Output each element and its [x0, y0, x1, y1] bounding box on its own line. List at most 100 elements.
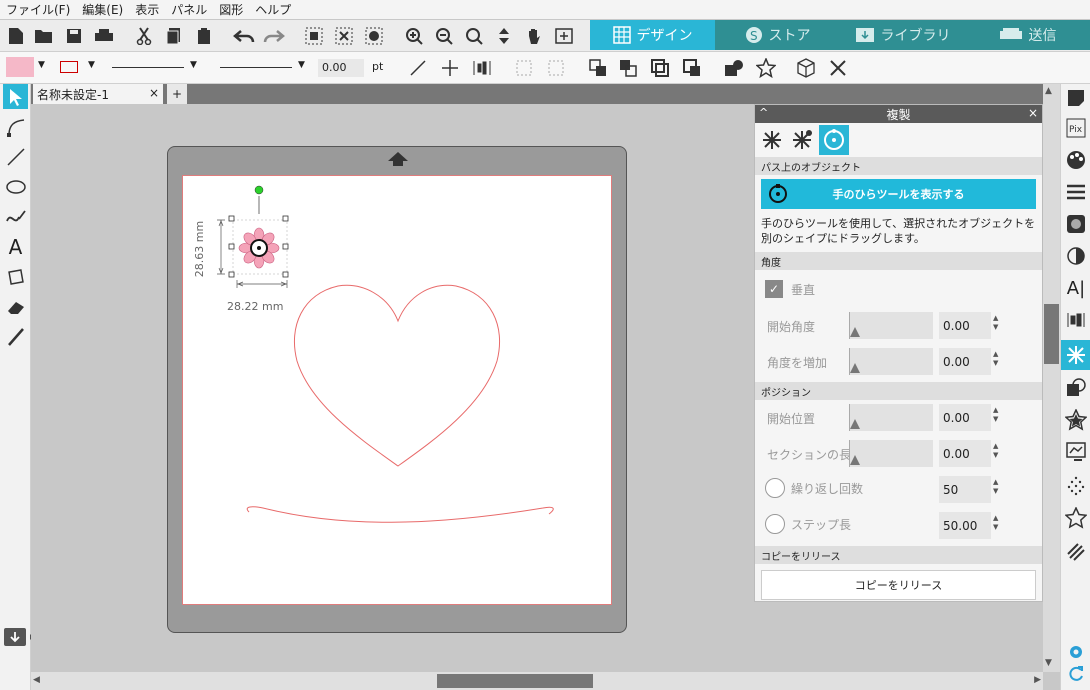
- menu-view[interactable]: 表示: [135, 1, 159, 18]
- redo-icon[interactable]: [262, 24, 286, 48]
- replicate-icon[interactable]: [512, 56, 536, 80]
- hatch-icon[interactable]: [1064, 540, 1088, 564]
- repeat-count-spinner[interactable]: ▲ ▼: [993, 478, 1001, 496]
- eraser-icon[interactable]: [3, 294, 28, 319]
- menu-help[interactable]: ヘルプ: [255, 1, 291, 18]
- edit-points-icon[interactable]: [3, 114, 28, 139]
- drag-zoom-icon[interactable]: [492, 24, 516, 48]
- menu-panel[interactable]: パネル: [171, 1, 207, 18]
- line-style-icon[interactable]: [1064, 180, 1088, 204]
- start-angle-spinner[interactable]: ▲ ▼: [993, 314, 1001, 332]
- tab-send[interactable]: 送信: [965, 20, 1090, 50]
- line-draw-icon[interactable]: [406, 56, 430, 80]
- hand-icon[interactable]: [522, 24, 546, 48]
- modify-icon[interactable]: [1064, 376, 1088, 400]
- mirror-icon[interactable]: [544, 56, 568, 80]
- add-tab-button[interactable]: +: [167, 84, 187, 104]
- line-end-sample[interactable]: [220, 67, 292, 68]
- fit-page-icon[interactable]: [552, 24, 576, 48]
- start-angle-input[interactable]: 0.00: [939, 312, 991, 339]
- arrange-front-icon[interactable]: [586, 56, 610, 80]
- add-angle-input[interactable]: 0.00: [939, 348, 991, 375]
- menu-edit[interactable]: 編集(E): [82, 1, 123, 18]
- star-outline-icon[interactable]: [1064, 506, 1088, 530]
- shape-fill-icon[interactable]: [722, 56, 746, 80]
- fill-tool-icon[interactable]: [3, 264, 28, 289]
- 3d-box-icon[interactable]: [794, 56, 818, 80]
- line-width-input[interactable]: 0.00: [318, 59, 364, 77]
- canvas-drawing[interactable]: [183, 176, 613, 606]
- print-icon[interactable]: [92, 24, 116, 48]
- zoom-select-icon[interactable]: [462, 24, 486, 48]
- star-icon[interactable]: [754, 56, 778, 80]
- repeat-count-input[interactable]: 50: [939, 476, 991, 503]
- add-angle-spinner[interactable]: ▲ ▼: [993, 350, 1001, 368]
- zoom-in-icon[interactable]: [402, 24, 426, 48]
- page-setup-icon[interactable]: [1064, 86, 1088, 110]
- tab-design[interactable]: デザイン: [590, 20, 715, 50]
- paper-area[interactable]: 28.63 mm 28.22 mm: [182, 175, 612, 605]
- vertical-checkbox[interactable]: ✓: [765, 280, 783, 298]
- select-tool-icon[interactable]: [3, 84, 28, 109]
- draw-tool-icon[interactable]: [3, 204, 28, 229]
- paste-icon[interactable]: [192, 24, 216, 48]
- zoom-out-icon[interactable]: [432, 24, 456, 48]
- release-copies-button[interactable]: コピーをリリース: [761, 570, 1036, 600]
- arrange-backward-icon[interactable]: [680, 56, 704, 80]
- section-length-spinner[interactable]: ▲ ▼: [993, 442, 1001, 460]
- save-icon[interactable]: [62, 24, 86, 48]
- section-length-input[interactable]: 0.00: [939, 440, 991, 467]
- tab-store[interactable]: S ストア: [715, 20, 840, 50]
- compound-path-icon[interactable]: [362, 24, 386, 48]
- show-hand-tool-button[interactable]: 手のひらツールを表示する: [761, 179, 1036, 209]
- panel-close-icon[interactable]: ×: [1028, 106, 1038, 120]
- trace-icon[interactable]: [1064, 440, 1088, 464]
- fill-color-swatch[interactable]: [6, 57, 34, 77]
- step-length-spinner[interactable]: ▲ ▼: [993, 514, 1001, 532]
- replicate-panel-icon[interactable]: [1061, 340, 1090, 370]
- fill-dropdown-icon[interactable]: ▼: [38, 60, 45, 70]
- line-color-swatch[interactable]: [60, 61, 78, 73]
- undo-icon[interactable]: [232, 24, 256, 48]
- text-tool-icon[interactable]: A: [3, 234, 28, 259]
- pixscan-icon[interactable]: Pix: [1064, 116, 1088, 140]
- line-style-dropdown-icon[interactable]: ▼: [190, 60, 197, 70]
- tab-library[interactable]: ライブラリ: [840, 20, 965, 50]
- sketch-icon[interactable]: [1064, 474, 1088, 498]
- add-angle-slider[interactable]: [849, 348, 933, 375]
- move-icon[interactable]: [438, 56, 462, 80]
- start-position-input[interactable]: 0.00: [939, 404, 991, 431]
- line-tool-icon[interactable]: [3, 144, 28, 169]
- scroll-down-icon[interactable]: ▼: [1045, 658, 1052, 668]
- contrast-icon[interactable]: [1064, 244, 1088, 268]
- collapse-chevron-icon[interactable]: ^: [759, 106, 768, 119]
- start-angle-slider[interactable]: [849, 312, 933, 339]
- vertical-scroll-thumb[interactable]: [1044, 304, 1059, 364]
- settings-gear-icon[interactable]: [1064, 640, 1088, 664]
- group-icon[interactable]: [302, 24, 326, 48]
- line-color-dropdown-icon[interactable]: ▼: [88, 60, 95, 70]
- arrange-forward-icon[interactable]: [648, 56, 672, 80]
- vertical-scrollbar[interactable]: ▲ ▼: [1043, 84, 1060, 672]
- line-end-dropdown-icon[interactable]: ▼: [298, 60, 305, 70]
- storage-icon[interactable]: [3, 624, 33, 649]
- align-panel-icon[interactable]: [1064, 308, 1088, 332]
- section-length-slider[interactable]: [849, 440, 933, 467]
- knife-tool-icon[interactable]: [3, 324, 28, 349]
- close-x-icon[interactable]: [826, 56, 850, 80]
- scroll-up-icon[interactable]: ▲: [1045, 86, 1052, 96]
- new-file-icon[interactable]: [4, 24, 28, 48]
- cut-icon[interactable]: [132, 24, 156, 48]
- scroll-right-icon[interactable]: ▶: [1034, 675, 1041, 685]
- menu-file[interactable]: ファイル(F): [6, 1, 70, 18]
- selected-flower[interactable]: [217, 185, 289, 288]
- horizontal-scrollbar[interactable]: ◀ ▶: [31, 672, 1043, 690]
- color-palette-icon[interactable]: [1064, 148, 1088, 172]
- line-style-sample[interactable]: [112, 67, 184, 68]
- open-folder-icon[interactable]: [32, 24, 56, 48]
- ungroup-icon[interactable]: [332, 24, 356, 48]
- fill-pattern-icon[interactable]: [1064, 212, 1088, 236]
- scroll-left-icon[interactable]: ◀: [33, 675, 40, 685]
- align-icon[interactable]: [470, 56, 494, 80]
- ellipse-tool-icon[interactable]: [3, 174, 28, 199]
